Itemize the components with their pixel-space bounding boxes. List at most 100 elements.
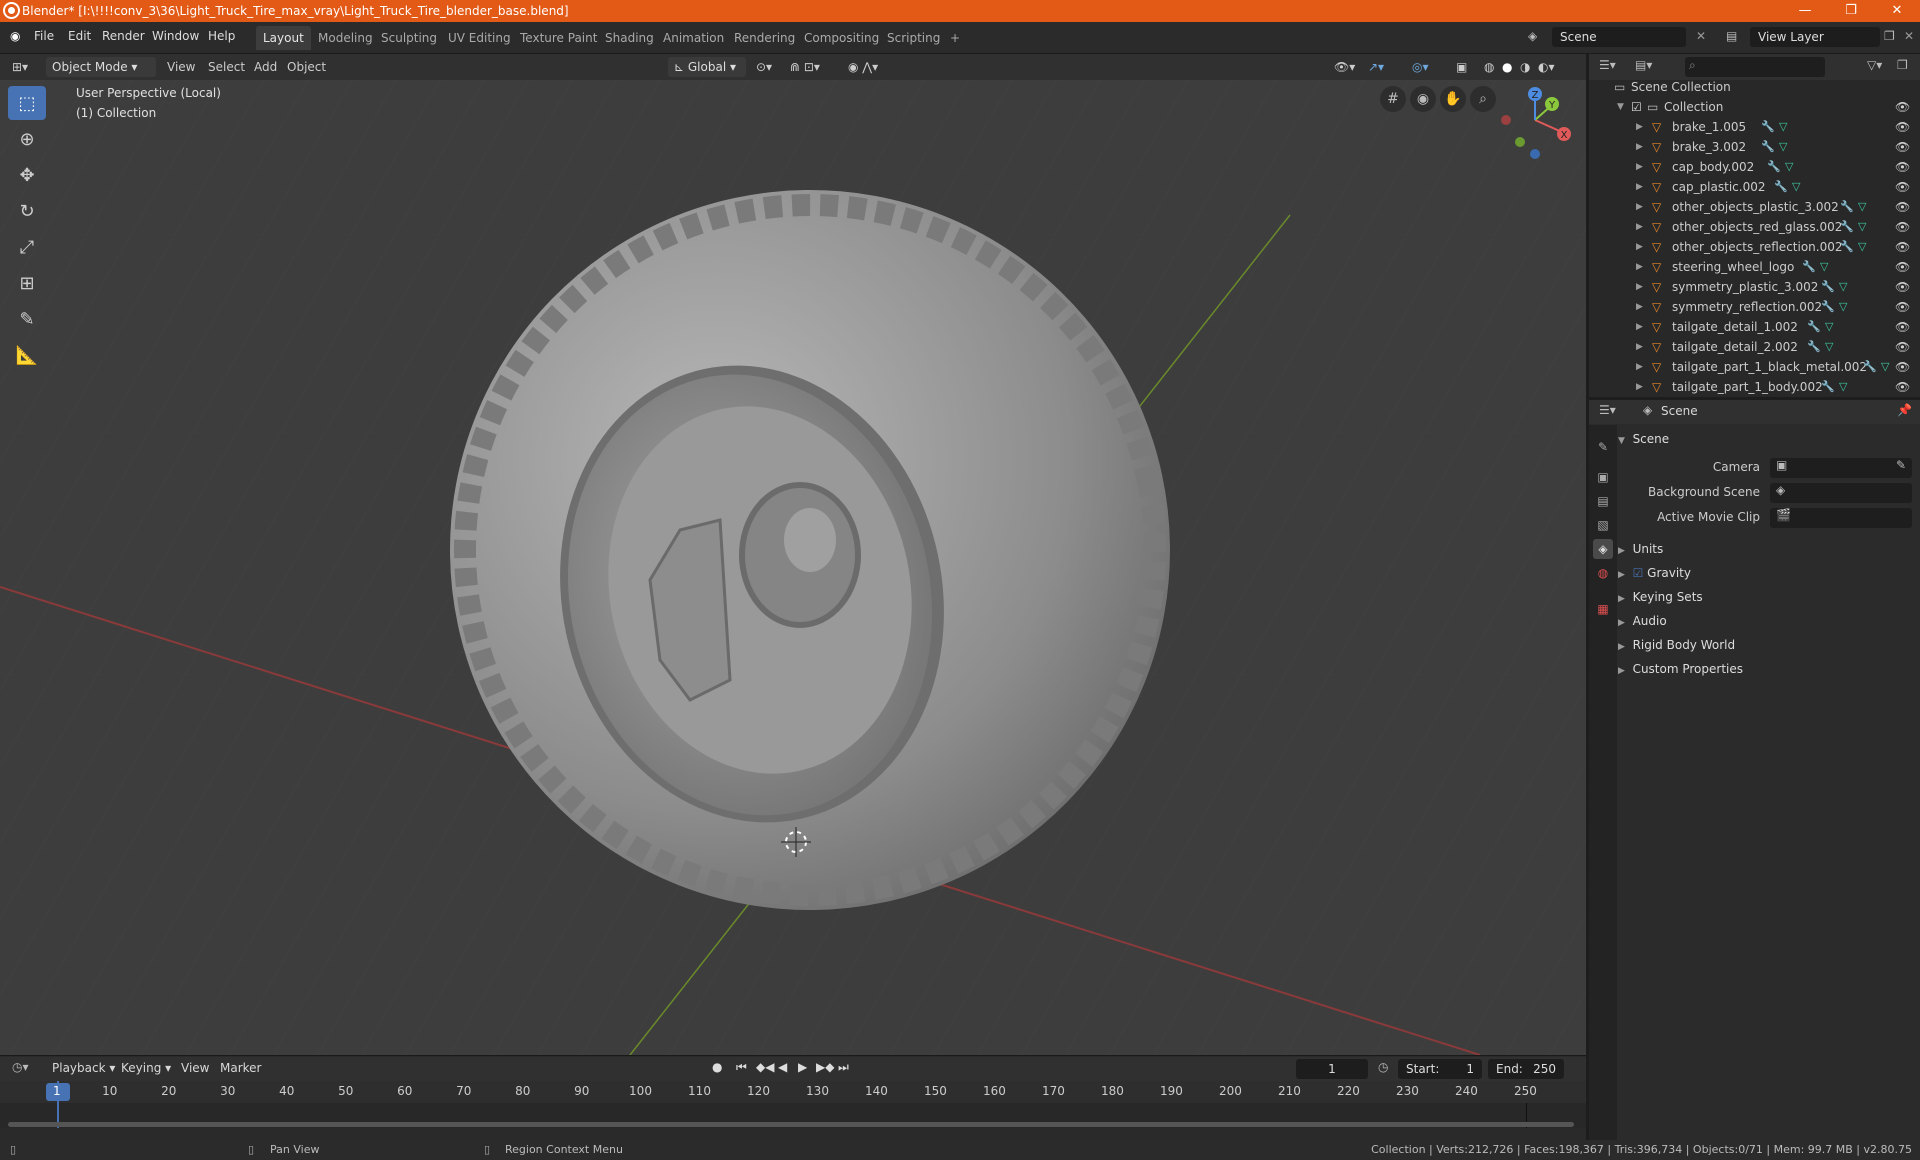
tab-shading[interactable]: Shading [598, 26, 661, 50]
expand-arrow-icon[interactable]: ▶ [1636, 177, 1643, 197]
camera-view-icon[interactable]: ◉ [1410, 86, 1436, 112]
expand-arrow-icon[interactable]: ▶ [1636, 217, 1643, 237]
mesh-data-icon[interactable]: ▽ [1839, 277, 1847, 297]
cursor-tool-icon[interactable]: ⊕ [8, 122, 46, 156]
modifier-icon[interactable]: 🔧 [1802, 257, 1816, 277]
outliner-object-row[interactable]: ▶ ▽ brake_3.002 🔧 ▽ 👁 [1589, 137, 1920, 157]
mesh-data-icon[interactable]: ▽ [1779, 117, 1787, 137]
outliner-object-row[interactable]: ▶ ▽ tailgate_detail_1.002 🔧 ▽ 👁 [1589, 317, 1920, 337]
tab-texture-paint[interactable]: Texture Paint [513, 26, 604, 50]
timeline-view-menu[interactable]: View [181, 1061, 209, 1075]
modifier-icon[interactable]: 🔧 [1840, 237, 1854, 257]
expand-arrow-icon[interactable]: ▶ [1636, 377, 1643, 397]
active-movie-clip-field[interactable]: 🎬 [1770, 508, 1912, 528]
view-layer-tab-icon[interactable]: ▧ [1593, 515, 1613, 535]
view-layer-close-icon[interactable]: ✕ [1904, 29, 1914, 43]
properties-editor-type-icon[interactable]: ☰▾ [1599, 403, 1616, 417]
panel-gravity[interactable]: ▶ ☑ Gravity [1618, 562, 1691, 584]
scene-tab-icon[interactable]: ◈ [1593, 539, 1613, 559]
end-frame-field[interactable]: End: 250 [1488, 1059, 1564, 1079]
solid-shading-icon[interactable]: ● [1502, 57, 1512, 77]
gizmo-toggle-icon[interactable]: ↗▾ [1368, 57, 1384, 77]
outliner-object-row[interactable]: ▶ ▽ other_objects_plastic_3.002 🔧 ▽ 👁 [1589, 197, 1920, 217]
new-view-layer-icon[interactable]: ❐ [1884, 29, 1895, 43]
mesh-data-icon[interactable]: ▽ [1779, 137, 1787, 157]
new-collection-icon[interactable]: ❐ [1897, 58, 1908, 72]
expand-arrow-icon[interactable]: ▶ [1636, 297, 1643, 317]
modifier-icon[interactable]: 🔧 [1840, 197, 1854, 217]
expand-arrow-icon[interactable]: ▶ [1636, 257, 1643, 277]
eye-icon[interactable]: 👁 [1895, 297, 1910, 317]
scene-selector[interactable]: Scene [1552, 27, 1686, 47]
menu-render[interactable]: Render [102, 29, 145, 43]
panel-units[interactable]: ▶ Units [1618, 538, 1663, 560]
eye-icon[interactable]: 👁 [1895, 97, 1910, 117]
timeline-ruler[interactable]: 1 10 20 30 40 50 60 70 80 90 100 110 120 130 140 150 160… [0, 1081, 1586, 1103]
world-tab-icon[interactable]: ◍ [1593, 563, 1613, 583]
collection-row[interactable]: ▼ ☑ ▭ Collection 👁 [1589, 97, 1920, 117]
mesh-data-icon[interactable]: ▽ [1858, 237, 1866, 257]
add-workspace-button[interactable]: + [943, 26, 967, 50]
navigation-gizmo[interactable]: X Y Z [1500, 86, 1580, 166]
gravity-checkbox[interactable]: ☑ [1633, 566, 1644, 580]
mode-selector[interactable]: Object Mode ▾ [46, 57, 156, 77]
expand-arrow-icon[interactable]: ▶ [1636, 317, 1643, 337]
expand-arrow-icon[interactable]: ▶ [1636, 117, 1643, 137]
view-layer-icon[interactable]: ▤ [1726, 29, 1737, 43]
play-icon[interactable]: ▶ [798, 1060, 807, 1074]
move-tool-icon[interactable]: ✥ [8, 158, 46, 192]
modifier-icon[interactable]: 🔧 [1840, 217, 1854, 237]
timeline-editor-type-icon[interactable]: ◷▾ [12, 1060, 29, 1074]
overlay-toggle-icon[interactable]: ◎▾ [1412, 57, 1429, 77]
material-shading-icon[interactable]: ◑ [1520, 57, 1530, 77]
mesh-data-icon[interactable]: ▽ [1825, 337, 1833, 357]
orientation-selector[interactable]: ⊾ Global ▾ [668, 57, 746, 77]
eye-icon[interactable]: 👁 [1895, 377, 1910, 397]
playback-menu[interactable]: Playback ▾ [52, 1061, 115, 1075]
rendered-shading-icon[interactable]: ◐▾ [1538, 57, 1555, 77]
modifier-icon[interactable]: 🔧 [1774, 177, 1788, 197]
outliner-search-input[interactable] [1685, 57, 1825, 77]
outliner-object-row[interactable]: ▶ ▽ cap_plastic.002 🔧 ▽ 👁 [1589, 177, 1920, 197]
tab-compositing[interactable]: Compositing [797, 26, 886, 50]
menu-window[interactable]: Window [152, 29, 199, 43]
camera-field[interactable]: ▣ ✎ [1770, 458, 1912, 478]
modifier-icon[interactable]: 🔧 [1821, 377, 1835, 397]
eye-icon[interactable]: 👁 [1895, 257, 1910, 277]
eye-icon[interactable]: 👁 [1895, 317, 1910, 337]
blender-menu-icon[interactable]: ◉ [10, 29, 20, 43]
current-frame-field[interactable]: 1 [1296, 1059, 1368, 1079]
eye-icon[interactable]: 👁 [1895, 117, 1910, 137]
jump-end-icon[interactable]: ⏭ [838, 1060, 849, 1075]
wireframe-shading-icon[interactable]: ◍ [1484, 57, 1494, 77]
eye-icon[interactable]: 👁 [1895, 157, 1910, 177]
eye-icon[interactable]: 👁 [1895, 277, 1910, 297]
modifier-icon[interactable]: 🔧 [1761, 117, 1775, 137]
tab-animation[interactable]: Animation [656, 26, 731, 50]
view-layer-selector[interactable]: View Layer [1750, 27, 1880, 47]
expand-arrow-icon[interactable]: ▶ [1636, 357, 1643, 377]
outliner-object-row[interactable]: ▶ ▽ other_objects_reflection.002 🔧 ▽ 👁 [1589, 237, 1920, 257]
menu-edit[interactable]: Edit [68, 29, 91, 43]
eyedropper-icon[interactable]: ✎ [1896, 458, 1906, 472]
select-box-tool-icon[interactable]: ⬚ [8, 86, 46, 120]
modifier-icon[interactable]: 🔧 [1807, 337, 1821, 357]
play-reverse-icon[interactable]: ◀ [778, 1060, 787, 1074]
mesh-data-icon[interactable]: ▽ [1858, 217, 1866, 237]
scene-icon[interactable]: ◈ [1528, 29, 1537, 43]
mesh-data-icon[interactable]: ▽ [1881, 357, 1889, 377]
eye-icon[interactable]: 👁 [1895, 137, 1910, 157]
display-mode-icon[interactable]: ▤▾ [1635, 58, 1652, 72]
scene-section-header[interactable]: ▼ Scene [1618, 428, 1669, 450]
eye-icon[interactable]: 👁 [1895, 337, 1910, 357]
zoom-view-icon[interactable]: ⌕ [1470, 86, 1496, 112]
texture-tab-icon[interactable]: ▦ [1593, 599, 1613, 619]
modifier-icon[interactable]: 🔧 [1761, 137, 1775, 157]
timeline-body[interactable] [0, 1081, 1586, 1128]
output-tab-icon[interactable]: ▤ [1593, 491, 1613, 511]
outliner-object-row[interactable]: ▶ ▽ symmetry_plastic_3.002 🔧 ▽ 👁 [1589, 277, 1920, 297]
pan-view-icon[interactable]: ✋ [1440, 86, 1466, 112]
visibility-icon[interactable]: 👁▾ [1334, 57, 1355, 77]
tab-layout[interactable]: Layout [256, 26, 311, 50]
tab-rendering[interactable]: Rendering [727, 26, 802, 50]
